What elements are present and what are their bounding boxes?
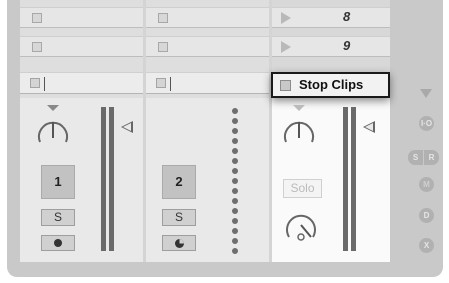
pan-knob-icon[interactable] (279, 105, 319, 155)
stop-button-icon[interactable] (32, 42, 42, 52)
stop-button-icon[interactable] (32, 13, 42, 23)
sends-toggle-button[interactable]: S (408, 150, 423, 165)
stop-icon (280, 80, 291, 91)
track-stop-slot[interactable] (20, 72, 143, 94)
collapse-arrow-icon[interactable] (420, 89, 432, 98)
scene-slot[interactable]: 8 (272, 7, 390, 28)
stop-icon[interactable] (156, 78, 166, 88)
track-number-button[interactable]: 2 (162, 165, 196, 199)
track-number-button[interactable]: 1 (41, 165, 75, 199)
meter-dots (232, 108, 238, 258)
stop-button-icon[interactable] (158, 42, 168, 52)
track-stop-slot[interactable] (146, 72, 269, 94)
clip-slot[interactable] (146, 7, 269, 28)
volume-slider-arrow-icon[interactable] (363, 121, 375, 133)
scene-number: 8 (343, 9, 351, 24)
play-icon[interactable] (281, 12, 291, 24)
stop-clips-button[interactable]: Stop Clips (271, 72, 390, 98)
pan-knob-icon[interactable] (33, 105, 73, 155)
scene-slot[interactable]: 9 (272, 36, 390, 57)
stop-icon[interactable] (30, 78, 40, 88)
clip-slot[interactable] (146, 36, 269, 57)
returns-toggle-button[interactable]: R (424, 150, 439, 165)
volume-meter[interactable] (101, 107, 115, 251)
clip-slot[interactable] (20, 7, 143, 28)
delay-toggle-button[interactable]: D (419, 208, 434, 223)
volume-slider-arrow-icon[interactable] (121, 121, 133, 133)
mixer-toggle-button[interactable]: M (419, 177, 434, 192)
record-dot-icon (54, 239, 62, 247)
volume-meter[interactable] (343, 107, 357, 251)
solo-button[interactable]: S (41, 209, 75, 226)
stop-button-icon[interactable] (158, 13, 168, 23)
clip-slot[interactable] (20, 36, 143, 57)
cue-volume-knob-icon[interactable] (283, 207, 319, 247)
play-icon[interactable] (281, 41, 291, 53)
divider (44, 77, 45, 91)
io-toggle-button[interactable]: I·O (419, 116, 434, 131)
arm-button[interactable] (41, 235, 75, 251)
divider (170, 77, 171, 91)
solo-button[interactable]: S (162, 209, 196, 226)
crossfader-toggle-button[interactable]: X (419, 238, 434, 253)
scene-number: 9 (343, 38, 351, 53)
solo-button[interactable]: Solo (283, 179, 322, 198)
monitor-button[interactable] (162, 235, 196, 251)
monitor-icon (175, 239, 184, 248)
stop-clips-label: Stop Clips (299, 77, 364, 92)
